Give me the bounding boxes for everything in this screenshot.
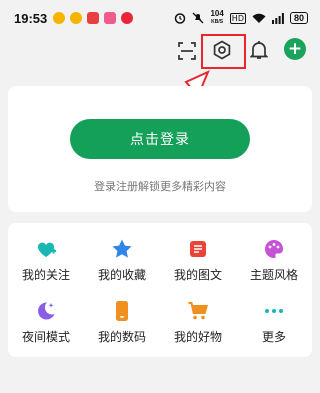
menu-label: 我的图文 (173, 267, 222, 282)
login-button[interactable]: 点击登录 (70, 119, 250, 159)
battery-indicator: 80 (289, 12, 308, 24)
add-button[interactable]: + (284, 38, 306, 60)
notification-icons (53, 12, 134, 24)
cart-icon (187, 300, 209, 322)
highlight-box (201, 34, 246, 69)
menu-label: 主题风格 (249, 267, 298, 282)
star-icon (111, 238, 133, 260)
login-hint: 登录注册解锁更多精彩内容 (94, 180, 226, 193)
more-icon (263, 300, 285, 322)
hd-badge: HD (229, 12, 246, 24)
network-speed: 104 KB/S (210, 10, 223, 26)
network-speed-value: 104 (210, 9, 224, 18)
app-notification-icon (70, 12, 83, 24)
mute-icon (192, 12, 204, 24)
menu-label: 我的关注 (21, 267, 70, 282)
menu-item-digital[interactable]: 我的数码 (84, 291, 160, 353)
status-time: 19:53 (14, 10, 48, 26)
phone-icon (111, 300, 133, 322)
app-notification-icon (87, 12, 100, 24)
menu-item-more[interactable]: 更多 (236, 291, 312, 353)
network-speed-unit: KB/S (211, 19, 224, 25)
status-bar: 19:53 104 KB/S HD 80 (0, 0, 320, 36)
palette-icon (263, 238, 285, 260)
menu-grid: 我的关注 我的收藏 我的图文 主题风格 夜间模式 我的数码 我的好物 更多 (8, 223, 312, 357)
moon-icon (35, 300, 57, 322)
menu-label: 我的好物 (173, 329, 222, 344)
menu-label: 我的收藏 (97, 267, 146, 282)
app-notification-icon (53, 12, 66, 24)
menu-item-theme[interactable]: 主题风格 (236, 229, 312, 291)
heart-plus-icon (35, 238, 57, 260)
signal-icon (271, 12, 284, 24)
app-notification-icon (121, 12, 134, 24)
scan-icon[interactable] (175, 39, 199, 63)
menu-label: 我的数码 (97, 329, 146, 344)
wifi-icon (252, 13, 266, 23)
document-icon (187, 238, 209, 260)
menu-item-night-mode[interactable]: 夜间模式 (8, 291, 84, 353)
menu-item-articles[interactable]: 我的图文 (160, 229, 236, 291)
menu-item-following[interactable]: 我的关注 (8, 229, 84, 291)
app-notification-icon (104, 12, 117, 24)
menu-item-favorites[interactable]: 我的收藏 (84, 229, 160, 291)
login-card: 点击登录 登录注册解锁更多精彩内容 (8, 86, 312, 212)
system-icons: 104 KB/S HD 80 (174, 10, 308, 26)
alarm-icon (175, 13, 186, 24)
menu-label: 更多 (261, 329, 286, 344)
menu-label: 夜间模式 (21, 329, 70, 344)
menu-item-goods[interactable]: 我的好物 (160, 291, 236, 353)
add-icon: + (287, 38, 303, 59)
bell-icon[interactable] (247, 38, 271, 62)
